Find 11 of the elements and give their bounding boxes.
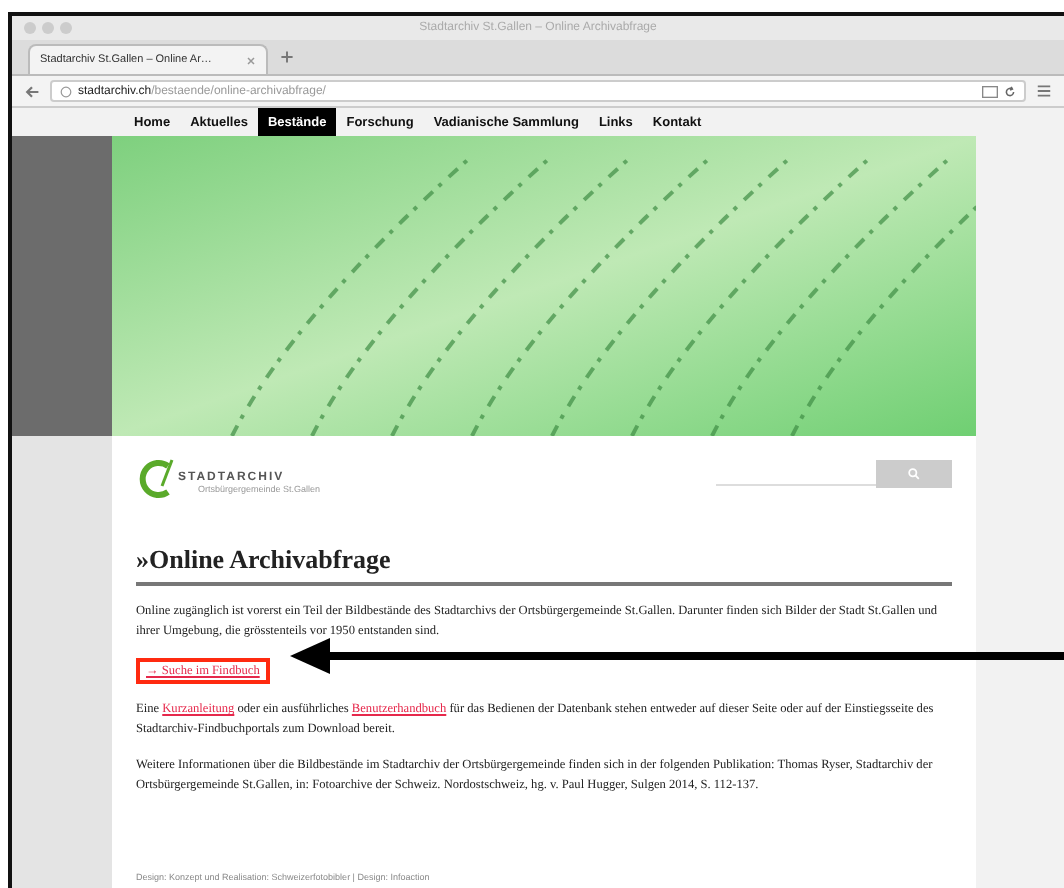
back-arrow-icon[interactable] (24, 83, 40, 99)
globe-icon (60, 85, 72, 97)
plus-icon[interactable] (280, 50, 294, 64)
search-button[interactable] (876, 460, 952, 488)
reload-icon[interactable] (1004, 85, 1016, 97)
close-icon[interactable] (246, 55, 256, 65)
search-icon (908, 468, 920, 480)
menu-icon[interactable] (1036, 84, 1052, 98)
logo-swoosh-icon (136, 456, 176, 500)
page-heading: »Online Archivabfrage (136, 544, 952, 586)
reader-icon[interactable] (982, 85, 998, 97)
